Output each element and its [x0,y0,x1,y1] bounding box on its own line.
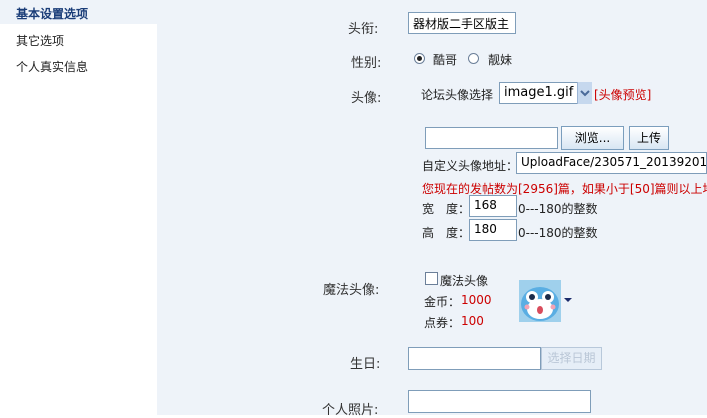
photo-input[interactable] [408,390,591,413]
sidebar-item-other-options[interactable]: 其它选项 [16,32,64,49]
photo-label: 个人照片: [322,403,379,418]
magic-avatar-label: 魔法头像: [323,283,380,298]
birthday-label: 生日: [350,357,381,372]
avatar-preview-link[interactable]: [头像预览] [594,86,651,103]
gold-label: 金币： [424,295,461,309]
avatar-select-value: image1.gif [504,85,574,100]
magic-avatar-checkbox[interactable] [425,272,438,285]
birthday-input[interactable] [408,347,541,370]
gold-value: 1000 [461,293,492,307]
coupon-value: 100 [461,314,484,328]
sidebar: 基本设置选项 其它选项 个人真实信息 [0,0,157,415]
gender-option-male: 酷哥 [433,53,458,67]
avatar-label: 头像: [351,91,382,106]
height-input[interactable]: 180 [469,219,517,241]
gender-radio-male[interactable] [414,53,425,64]
magic-avatar-image[interactable] [519,280,561,322]
pick-date-button[interactable]: 选择日期 [541,347,602,370]
magic-avatar-dropdown-icon[interactable] [563,294,573,304]
upload-file-input[interactable] [425,127,558,149]
upload-button[interactable]: 上传 [629,126,669,150]
title-input[interactable]: 器材版二手区版主 [408,12,516,34]
magic-avatar-checkbox-label: 魔法头像 [440,274,489,288]
gender-label: 性别: [351,56,382,71]
chevron-down-icon[interactable] [577,82,592,104]
width-input[interactable]: 168 [469,195,517,217]
gender-option-female: 靓妹 [488,53,513,67]
coupon-label: 点券： [424,316,461,330]
width-range-hint: 0---180的整数 [518,202,598,216]
gender-radio-female[interactable] [468,53,479,64]
height-label: 高 度： [422,226,471,240]
height-range-hint: 0---180的整数 [518,226,598,240]
custom-avatar-input[interactable]: UploadFace/230571_201392013 [516,152,707,174]
sidebar-item-basic-settings[interactable]: 基本设置选项 [16,5,88,22]
title-label: 头衔: [348,22,379,37]
custom-avatar-label: 自定义头像地址： [422,159,519,173]
browse-button[interactable]: 浏览... [561,126,624,150]
avatar-select-label: 论坛头像选择 [421,88,494,102]
width-label: 宽 度： [422,202,471,216]
post-count-notice: 您现在的发帖数为[2956]篇，如果小于[50]篇则以上地址 [422,182,707,196]
sidebar-item-personal-info[interactable]: 个人真实信息 [16,58,88,75]
